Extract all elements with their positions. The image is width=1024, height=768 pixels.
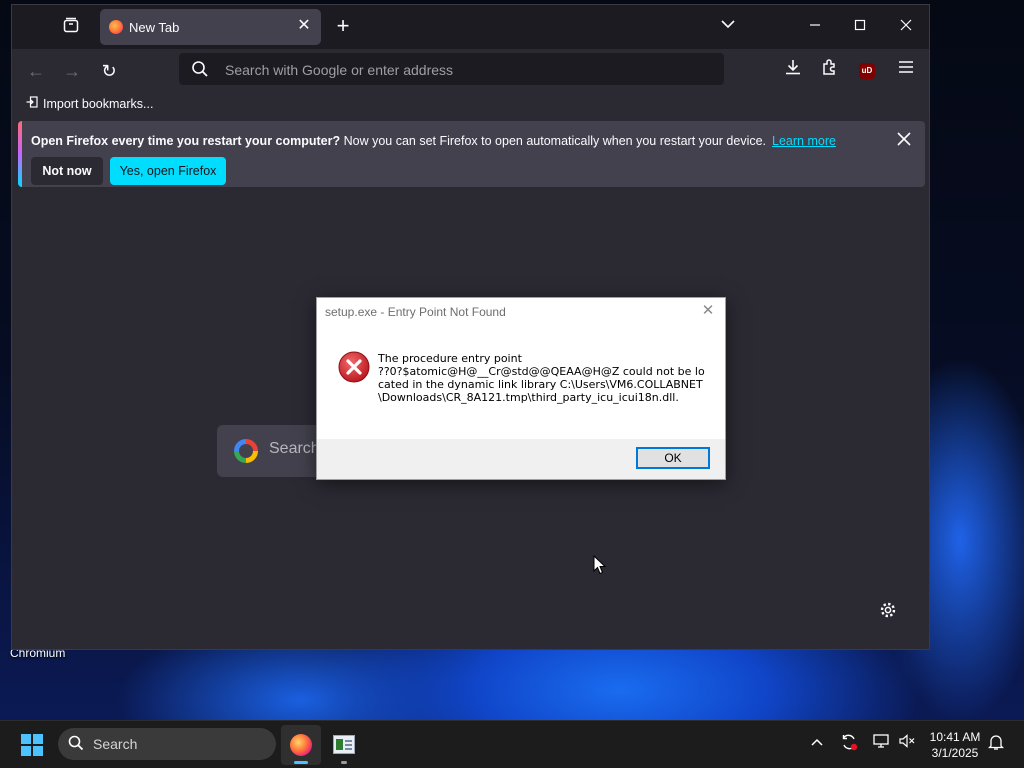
volume-muted-icon[interactable] [896, 733, 918, 753]
new-tab-plus-icon[interactable]: + [332, 15, 354, 38]
gear-icon[interactable] [878, 601, 898, 621]
google-logo-icon [234, 439, 258, 463]
minimize-icon[interactable] [803, 15, 827, 39]
default-startup-infobar: Open Firefox every time you restart your… [18, 121, 925, 187]
tab-overview-icon[interactable] [60, 16, 82, 38]
clock-date: 3/1/2025 [931, 746, 979, 760]
sync-status-icon[interactable] [838, 733, 860, 755]
taskbar: Search 10:41 AM 3/1/2025 [0, 720, 1024, 768]
active-app-indicator [294, 761, 308, 764]
list-all-tabs-chevron-icon[interactable] [721, 17, 735, 32]
windows-start-icon[interactable] [21, 734, 43, 756]
bookmarks-toolbar: Import bookmarks... [12, 91, 929, 117]
import-icon [26, 96, 38, 111]
dialog-message: The procedure entry point ??0?$atomic@H@… [378, 352, 705, 404]
extensions-puzzle-icon[interactable] [818, 58, 842, 82]
address-bar[interactable] [179, 53, 724, 87]
show-hidden-icons-chevron-icon[interactable] [806, 733, 828, 750]
import-bookmarks-label: Import bookmarks... [43, 97, 154, 111]
entry-point-error-dialog: setup.exe - Entry Point Not Found ✕ The … [316, 297, 726, 480]
ok-button[interactable]: OK [636, 447, 710, 469]
not-now-button[interactable]: Not now [31, 157, 103, 185]
learn-more-link[interactable]: Learn more [772, 134, 836, 148]
mouse-cursor-icon [593, 554, 607, 575]
maximize-icon[interactable] [848, 15, 872, 39]
clock-time: 10:41 AM [929, 730, 981, 744]
tab-new-tab[interactable]: New Tab ✕ [100, 9, 321, 45]
search-icon [191, 60, 209, 78]
infobar-close-icon[interactable] [893, 129, 915, 151]
tab-close-icon[interactable]: ✕ [295, 17, 313, 35]
dialog-close-icon[interactable]: ✕ [699, 302, 717, 320]
downloads-icon[interactable] [781, 58, 805, 82]
yes-open-firefox-button[interactable]: Yes, open Firefox [110, 157, 226, 185]
firefox-icon [290, 734, 312, 756]
back-arrow-icon[interactable]: ← [23, 58, 49, 84]
dialog-title: setup.exe - Entry Point Not Found [325, 305, 506, 319]
infobar-bold-text: Open Firefox every time you restart your… [31, 134, 341, 148]
taskbar-search-icon [68, 735, 84, 755]
import-bookmarks-button[interactable]: Import bookmarks... [26, 96, 153, 111]
forward-arrow-icon[interactable]: → [59, 58, 85, 84]
notifications-bell-icon[interactable] [985, 733, 1007, 755]
window-close-icon[interactable] [894, 15, 918, 39]
navigation-toolbar: ← → ↻ uD [12, 49, 929, 91]
taskbar-firefox-app[interactable] [281, 725, 321, 765]
hamburger-menu-icon[interactable] [894, 58, 918, 82]
infobar-message: Open Firefox every time you restart your… [31, 134, 836, 148]
firefox-favicon-icon [109, 20, 123, 34]
running-app-indicator [341, 761, 347, 764]
network-icon[interactable] [870, 733, 892, 753]
setup-window-icon [333, 735, 355, 754]
taskbar-setup-app[interactable] [324, 725, 364, 765]
address-input[interactable] [223, 53, 717, 87]
taskbar-search-label: Search [93, 736, 138, 752]
infobar-text: Now you can set Firefox to open automati… [340, 134, 767, 148]
error-icon [338, 351, 370, 383]
reload-icon[interactable]: ↻ [96, 58, 122, 84]
dialog-body: The procedure entry point ??0?$atomic@H@… [317, 326, 725, 439]
infobar-accent [18, 121, 22, 187]
newtab-search-placeholder: Search [269, 440, 320, 457]
tab-title: New Tab [129, 20, 180, 35]
system-clock[interactable]: 10:41 AM 3/1/2025 [922, 729, 988, 761]
tab-strip: New Tab ✕ + [12, 5, 929, 49]
dialog-footer: OK [317, 439, 725, 479]
taskbar-search-box[interactable]: Search [58, 728, 276, 760]
ublock-origin-icon[interactable]: uD [859, 63, 875, 79]
